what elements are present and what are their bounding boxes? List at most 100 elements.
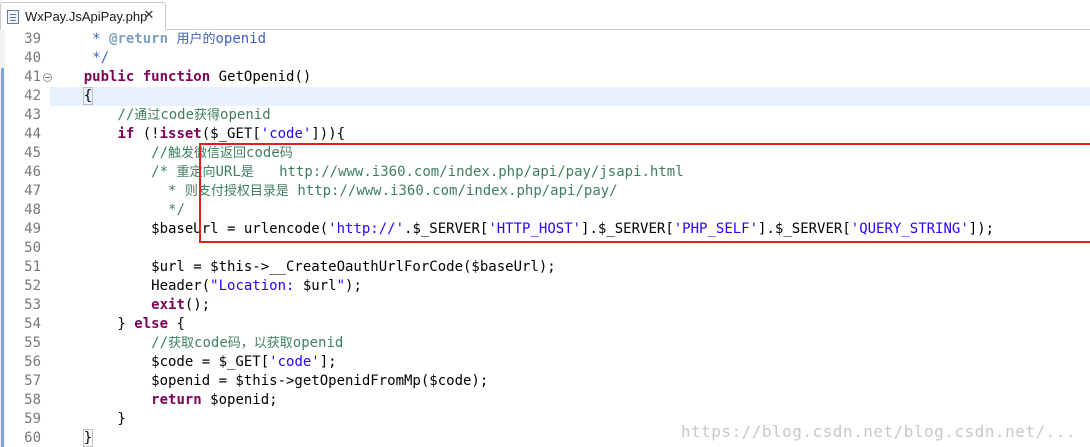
code-token: 'code' (269, 354, 320, 370)
code-token: // (117, 107, 135, 123)
line-number: 60 (24, 430, 41, 446)
code-token: (); (184, 297, 211, 313)
code-token: Header( (50, 278, 211, 294)
code-token: else (134, 316, 169, 332)
line-number: 54 (24, 316, 41, 332)
code-line[interactable]: if (!isset($_GET['code'])){ (50, 125, 1090, 144)
code-token: @return (109, 31, 169, 47)
code-token: $url (302, 278, 337, 294)
code-text-area[interactable]: * @return 用户的openid */ public function G… (50, 30, 1090, 447)
code-line[interactable]: $code = $_GET['code']; (50, 353, 1090, 372)
code-token: * (50, 31, 110, 47)
code-token: } (50, 411, 126, 427)
code-token: $url = $this->__CreateOauthUrlForCode($b… (50, 259, 556, 275)
code-line[interactable]: public function GetOpenid() (50, 68, 1090, 87)
close-tab-icon[interactable]: ✕ (141, 8, 157, 24)
code-token: $openid = $this->getOpenidFromMp($code); (50, 373, 489, 389)
code-token: ]; (319, 354, 337, 370)
code-line[interactable]: * @return 用户的openid (50, 30, 1090, 49)
change-marker (1, 68, 4, 447)
code-token: // (151, 335, 169, 351)
code-line[interactable]: return $openid; (50, 391, 1090, 410)
code-token: 获得 (194, 108, 221, 123)
code-token: public (83, 69, 135, 85)
code-token: "Location: (210, 278, 303, 294)
line-number: 49 (24, 221, 41, 237)
code-token: */ (50, 50, 110, 66)
code-token: ); (345, 278, 362, 294)
tab-title: WxPay.JsApiPay.php (25, 9, 148, 24)
code-line[interactable]: //通过code获得openid (50, 106, 1090, 125)
code-token: if (117, 126, 135, 142)
code-token: isset (159, 126, 202, 142)
watermark-text: https://blog.csdn.net/blog.csdn.net/... (680, 422, 1076, 441)
code-line[interactable]: Header("Location: $url"); (50, 277, 1090, 296)
code-token: { (82, 87, 94, 105)
code-token: * (151, 183, 185, 199)
code-token: 'code' (260, 126, 312, 142)
line-number: 52 (24, 278, 41, 294)
code-token: openid (292, 335, 344, 351)
code-token: return (151, 392, 202, 408)
code-token: GetOpenid() (210, 69, 312, 85)
line-number-gutter: 39 40 41 42 43 44 45 46 47 48 49 50 51 52 53 54 55 56 57 58… (5, 30, 52, 447)
code-line[interactable]: */ (50, 49, 1090, 68)
code-token: } (50, 316, 135, 332)
code-token: (! (134, 126, 160, 142)
code-line[interactable]: exit(); (50, 296, 1090, 315)
code-token: ($_GET[ (201, 126, 261, 142)
line-number: 40 (24, 50, 41, 66)
code-line[interactable]: $openid = $this->getOpenidFromMp($code); (50, 372, 1090, 391)
editor-tab[interactable]: WxPay.JsApiPay.php ✕ (0, 2, 166, 30)
code-token: // (151, 145, 169, 161)
line-number: 55 (24, 335, 41, 351)
line-number: 58 (24, 392, 41, 408)
red-highlight-box (199, 143, 1090, 243)
code-token: 码，以获取 (227, 336, 293, 351)
code-editor[interactable]: 39 40 41 42 43 44 45 46 47 48 49 50 51 52 53 54 55 56 57 58… (0, 30, 1090, 447)
editor-tab-bar: WxPay.JsApiPay.php ✕ (0, 0, 1090, 30)
code-token: /* (151, 164, 177, 180)
code-token: code (160, 107, 195, 123)
code-token: $openid; (201, 392, 278, 408)
line-number: 53 (24, 297, 41, 313)
line-number: 56 (24, 354, 41, 370)
line-number: 39 (24, 31, 41, 47)
code-token: openid (220, 107, 271, 123)
code-token: ])){ (311, 126, 346, 142)
code-token: } (82, 429, 94, 447)
code-token: $code = $_GET[ (50, 354, 270, 370)
code-line[interactable]: //获取code码，以获取openid (50, 334, 1090, 353)
line-number: 50 (24, 240, 41, 256)
line-number: 44 (24, 126, 41, 142)
code-token: { (168, 316, 185, 332)
code-line[interactable]: } else { (50, 315, 1090, 334)
line-number: 43 (24, 107, 41, 123)
code-line[interactable]: $url = $this->__CreateOauthUrlForCode($b… (50, 258, 1090, 277)
line-number: 59 (24, 411, 41, 427)
line-number: 48 (24, 202, 41, 218)
line-number: 42 (24, 88, 41, 104)
code-token: code (194, 335, 228, 351)
code-line[interactable]: { (50, 87, 1090, 106)
code-token: exit (151, 297, 185, 313)
code-token: 获取 (168, 336, 195, 351)
line-number: 47 (24, 183, 41, 199)
code-token: 用户的 (176, 32, 216, 47)
code-token: 通过 (134, 108, 161, 123)
code-token: function (142, 69, 211, 85)
line-number: 41 (24, 69, 41, 85)
line-number: 51 (24, 259, 41, 275)
code-token: */ (151, 202, 185, 218)
